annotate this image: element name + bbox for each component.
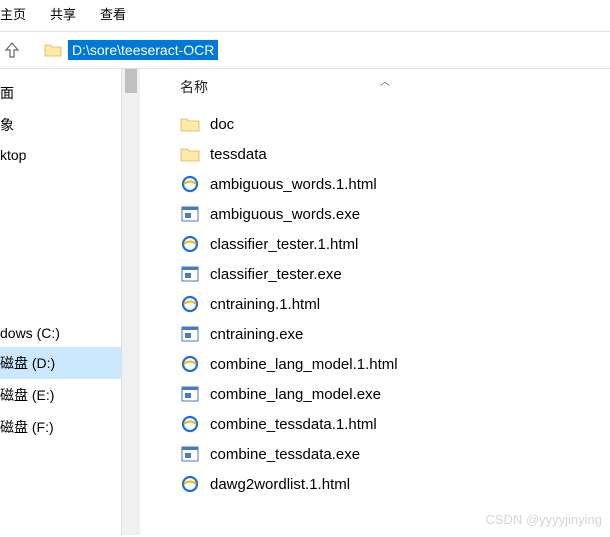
tab-home[interactable]: 主页 xyxy=(0,4,26,23)
file-name: combine_tessdata.exe xyxy=(210,446,360,463)
file-row[interactable]: dawg2wordlist.1.html xyxy=(180,469,610,499)
address-bar: D:\sore\teeseract-OCR xyxy=(0,32,610,69)
scroll-thumb[interactable] xyxy=(125,69,137,93)
column-name[interactable]: 名称 xyxy=(180,77,408,97)
nav-item[interactable]: ktop xyxy=(0,141,121,169)
file-name: tessdata xyxy=(210,146,267,163)
nav-drive[interactable]: dows (C:) xyxy=(0,319,121,347)
file-name: ambiguous_words.1.html xyxy=(210,176,377,193)
file-row[interactable]: combine_tessdata.1.html xyxy=(180,409,610,439)
file-row[interactable]: doc xyxy=(180,109,610,139)
file-name: combine_lang_model.exe xyxy=(210,386,381,403)
nav-item[interactable]: 象 xyxy=(0,109,121,141)
ie-icon xyxy=(180,474,200,494)
tab-view[interactable]: 查看 xyxy=(100,4,126,23)
file-name: doc xyxy=(210,116,234,133)
main-content: 面象ktop dows (C:)磁盘 (D:)磁盘 (E:)磁盘 (F:) 名称… xyxy=(0,69,610,535)
exe-icon xyxy=(180,324,200,344)
nav-scrollbar[interactable] xyxy=(122,69,140,535)
file-list: doc tessdata ambiguous_words.1.htmlambiguo… xyxy=(180,105,610,499)
nav-drive[interactable]: 磁盘 (E:) xyxy=(0,379,121,411)
navigation-pane: 面象ktop dows (C:)磁盘 (D:)磁盘 (E:)磁盘 (F:) xyxy=(0,69,122,535)
file-row[interactable]: ambiguous_words.exe xyxy=(180,199,610,229)
file-row[interactable]: classifier_tester.1.html xyxy=(180,229,610,259)
file-name: classifier_tester.1.html xyxy=(210,236,358,253)
exe-icon xyxy=(180,444,200,464)
file-list-pane: 名称 ︿ doc tessdata ambiguous_words.1.htmlam… xyxy=(140,69,610,535)
address-input[interactable]: D:\sore\teeseract-OCR xyxy=(34,40,218,60)
file-name: ambiguous_words.exe xyxy=(210,206,360,223)
file-name: combine_tessdata.1.html xyxy=(210,416,377,433)
exe-icon xyxy=(180,204,200,224)
nav-drive[interactable]: 磁盘 (F:) xyxy=(0,411,121,443)
file-row[interactable]: cntraining.1.html xyxy=(180,289,610,319)
file-name: combine_lang_model.1.html xyxy=(210,356,398,373)
file-row[interactable]: combine_lang_model.1.html xyxy=(180,349,610,379)
file-row[interactable]: classifier_tester.exe xyxy=(180,259,610,289)
folder-icon xyxy=(180,114,200,134)
nav-drive[interactable]: 磁盘 (D:) xyxy=(0,347,121,379)
file-row[interactable]: combine_tessdata.exe xyxy=(180,439,610,469)
nav-item[interactable]: 面 xyxy=(0,77,121,109)
up-button[interactable] xyxy=(0,38,24,62)
ie-icon xyxy=(180,174,200,194)
tab-share[interactable]: 共享 xyxy=(50,4,76,23)
address-path: D:\sore\teeseract-OCR xyxy=(68,40,218,60)
file-row[interactable]: combine_lang_model.exe xyxy=(180,379,610,409)
file-name: cntraining.exe xyxy=(210,326,303,343)
folder-icon xyxy=(44,41,62,59)
folder-icon xyxy=(180,144,200,164)
exe-icon xyxy=(180,384,200,404)
ie-icon xyxy=(180,354,200,374)
file-row[interactable]: ambiguous_words.1.html xyxy=(180,169,610,199)
file-name: dawg2wordlist.1.html xyxy=(210,476,350,493)
ie-icon xyxy=(180,294,200,314)
ie-icon xyxy=(180,234,200,254)
file-name: classifier_tester.exe xyxy=(210,266,342,283)
ie-icon xyxy=(180,414,200,434)
file-row[interactable]: tessdata xyxy=(180,139,610,169)
up-arrow-icon xyxy=(2,40,22,60)
file-name: cntraining.1.html xyxy=(210,296,320,313)
exe-icon xyxy=(180,264,200,284)
file-row[interactable]: cntraining.exe xyxy=(180,319,610,349)
sort-indicator-icon: ︿ xyxy=(380,73,390,88)
ribbon-tabs: 主页 共享 查看 xyxy=(0,0,610,32)
column-headers: 名称 ︿ xyxy=(180,77,610,105)
